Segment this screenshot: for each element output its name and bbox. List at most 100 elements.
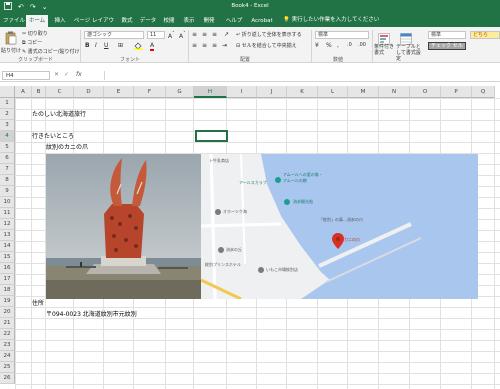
currency-icon[interactable]: ¥ [315,42,319,49]
column-header-e[interactable]: E [104,86,134,98]
row-header-1[interactable]: 1 [0,98,15,109]
column-header-j[interactable]: J [257,86,287,98]
align-center-icon[interactable]: ≡ [202,42,207,49]
column-header-n[interactable]: N [379,86,410,98]
formula-input[interactable] [104,71,498,80]
font-shrink-icon[interactable]: A˅ [179,31,186,40]
tab-view[interactable]: 表示 [180,15,198,27]
column-header-h[interactable]: H [194,86,227,98]
font-grow-icon[interactable]: A˄ [168,31,175,40]
name-box[interactable]: H4 [2,71,50,80]
row-header-19[interactable]: 19 [0,296,15,307]
column-header-b[interactable]: B [32,86,46,98]
column-header-c[interactable]: C [46,86,74,98]
font-color-icon[interactable]: A [150,42,155,51]
function-icon[interactable]: fx [76,71,82,78]
copy-button[interactable]: ⧉ コピー [22,39,42,46]
row-header-12[interactable]: 12 [0,219,15,230]
decrease-decimal-icon[interactable]: .00 [358,42,366,48]
row-header-21[interactable]: 21 [0,318,15,329]
enter-icon[interactable]: ✓ [64,71,69,78]
row-header-2[interactable]: 2 [0,109,15,120]
align-right-icon[interactable]: ≡ [212,42,217,49]
row-header-20[interactable]: 20 [0,307,15,318]
column-header-d[interactable]: D [74,86,104,98]
merge-center-button[interactable]: ⊟ セルを結合して中央揃え [236,42,297,49]
tell-me-box[interactable]: 💡 実行したい作業を入力してください [283,14,379,27]
crab-claw-photo[interactable] [46,154,201,299]
column-header-f[interactable]: F [134,86,166,98]
tab-home[interactable]: ホーム [26,15,48,27]
comma-icon[interactable]: , [337,42,339,49]
style-neutral[interactable]: どちら [470,31,500,39]
map-image[interactable]: ト牛乳商店 アールスカラブ アムールへの愛の像・ アムールの棚 流氷観光船 オホ… [201,154,478,299]
paste-button[interactable]: 貼り付け [1,47,21,54]
row-header-15[interactable]: 15 [0,252,15,263]
row-header-17[interactable]: 17 [0,274,15,285]
active-cell-h4[interactable] [195,130,228,142]
tab-file[interactable]: ファイル [2,15,26,27]
tab-acrobat[interactable]: Acrobat [249,15,275,27]
row-header-11[interactable]: 11 [0,208,15,219]
wrap-text-button[interactable]: ↵ 折り返して全体を表示する [236,31,302,38]
cell-b20[interactable]: 住所 [32,298,44,309]
align-top-icon[interactable]: ≡ [192,31,197,38]
align-left-icon[interactable]: ≡ [192,42,197,49]
number-format-dropdown[interactable]: 標準 [315,31,369,39]
conditional-format-icon[interactable] [378,30,390,45]
row-header-22[interactable]: 22 [0,329,15,340]
column-header-k[interactable]: K [287,86,318,98]
column-header-o[interactable]: O [410,86,441,98]
format-painter-button[interactable]: ✎ 書式のコピー/貼り付け [22,48,79,55]
cell-c21[interactable]: 〒094-0023 北海道紋別市元紋別 [46,309,137,320]
align-bottom-icon[interactable]: ≡ [212,31,217,38]
fill-color-icon[interactable] [134,42,143,52]
underline-icon[interactable]: U [104,42,108,49]
tab-formulas[interactable]: 数式 [118,15,136,27]
align-middle-icon[interactable]: ≡ [202,31,207,38]
style-normal[interactable]: 標準 [428,31,466,39]
bold-icon[interactable]: B [85,42,90,49]
column-header-i[interactable]: I [227,86,257,98]
font-size-dropdown[interactable]: 11 [147,31,165,39]
row-header-4[interactable]: 4 [0,131,15,142]
row-header-23[interactable]: 23 [0,340,15,351]
tab-help[interactable]: ヘルプ [222,15,246,27]
paste-icon[interactable] [5,30,17,45]
row-header-6[interactable]: 6 [0,153,15,164]
tab-insert[interactable]: 挿入 [50,15,70,27]
indent-icon[interactable]: ⇥ [222,42,227,49]
row-header-14[interactable]: 14 [0,241,15,252]
font-name-dropdown[interactable]: 游ゴシック [84,31,144,39]
cell-b2[interactable]: たのしい北海道旅行 [32,109,86,120]
column-header-g[interactable]: G [166,86,194,98]
column-header-a[interactable]: A [15,86,32,98]
conditional-format-button[interactable]: 条件付き書式 [374,44,394,56]
column-header-p[interactable]: P [441,86,472,98]
percent-icon[interactable]: % [326,42,332,49]
increase-decimal-icon[interactable]: .0 [347,42,352,48]
column-header-q[interactable]: Q [472,86,495,98]
format-as-table-icon[interactable] [400,30,412,45]
tab-data[interactable]: データ [138,15,158,27]
cut-button[interactable]: ✂ 切り取り [22,30,48,37]
row-header-3[interactable]: 3 [0,120,15,131]
row-header-9[interactable]: 9 [0,186,15,197]
style-check-cell[interactable]: チェック セル [428,42,466,50]
tab-page-layout[interactable]: ページ レイアウト [72,15,116,36]
row-header-5[interactable]: 5 [0,142,15,153]
row-header-8[interactable]: 8 [0,175,15,186]
row-header-10[interactable]: 10 [0,197,15,208]
row-header-24[interactable]: 24 [0,351,15,362]
row-header-18[interactable]: 18 [0,285,15,296]
cancel-icon[interactable]: ✕ [54,71,59,78]
italic-icon[interactable]: I [95,42,97,49]
cell-b4[interactable]: 行きたいところ [32,131,74,142]
row-header-16[interactable]: 16 [0,263,15,274]
tab-developer[interactable]: 開発 [200,15,218,27]
column-header-m[interactable]: M [348,86,379,98]
tab-review[interactable]: 校閲 [160,15,178,27]
row-header-25[interactable]: 25 [0,362,15,373]
row-header-26[interactable]: 26 [0,373,15,384]
column-header-l[interactable]: L [318,86,348,98]
